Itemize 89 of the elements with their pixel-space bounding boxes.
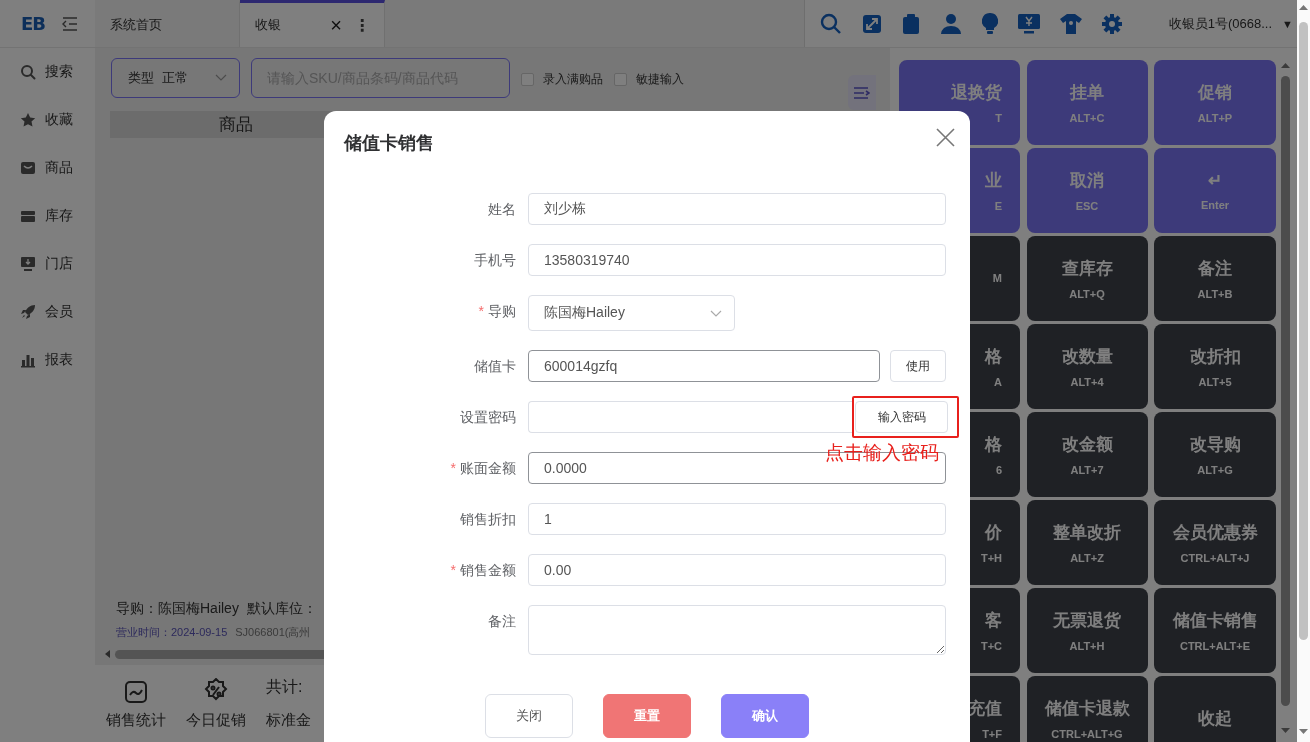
checkbox-label: 录入满购品 xyxy=(543,71,603,88)
shortcut-key[interactable]: 备注 ALT+B xyxy=(1154,236,1276,321)
sidebar-item[interactable]: 商品 xyxy=(45,159,73,177)
arrow-left-icon[interactable] xyxy=(105,650,110,658)
shortcut-key[interactable]: 改数量 ALT+4 xyxy=(1026,324,1148,409)
action-label[interactable]: 销售统计 xyxy=(106,711,166,730)
text-field[interactable]: 600014gzfq xyxy=(528,350,880,382)
chevron-down-icon xyxy=(215,74,227,82)
dialog-button[interactable]: 确认 xyxy=(721,694,809,738)
dialog-title: 储值卡销售 xyxy=(344,132,434,155)
clipboard-icon[interactable] xyxy=(902,13,920,34)
shortcut-key[interactable]: 储值卡销售 CTRL+ALT+E xyxy=(1154,588,1276,673)
text-field[interactable]: 刘少栋 xyxy=(528,193,946,225)
guide-text: 导购：陈国梅Hailey xyxy=(116,600,239,618)
line-chart-icon[interactable] xyxy=(124,680,148,704)
sidebar-item[interactable]: 门店 xyxy=(45,255,73,273)
field-label: 备注 xyxy=(488,613,516,629)
user-icon[interactable] xyxy=(940,13,962,34)
column-header: 商品 xyxy=(219,114,253,136)
amount-label: 标准金 xyxy=(266,711,311,730)
shortcut-key[interactable]: 会员优惠券 CTRL+ALT+J xyxy=(1154,500,1276,585)
close-icon[interactable] xyxy=(936,128,955,147)
monitor-icon xyxy=(20,256,36,272)
shortcut-key[interactable]: 改金额 ALT+7 xyxy=(1026,412,1148,497)
sidebar-item[interactable]: 库存 xyxy=(45,207,73,225)
shortcut-key[interactable]: 无票退货 ALT+H xyxy=(1026,588,1148,673)
field-label: 设置密码 xyxy=(460,409,516,425)
monitor-icon[interactable] xyxy=(1018,13,1040,34)
more-icon[interactable]: ⋮ xyxy=(354,15,370,35)
search-icon xyxy=(20,64,36,80)
star-icon xyxy=(20,112,36,128)
field-label: 手机号 xyxy=(474,252,516,268)
logo: EB xyxy=(21,13,45,34)
select-field[interactable]: 陈国梅Hailey xyxy=(528,295,735,331)
text-field[interactable]: 0.00 xyxy=(528,554,946,586)
field-label: 姓名 xyxy=(488,201,516,217)
shortcut-key[interactable]: 储值卡退款 CTRL+ALT+G xyxy=(1026,676,1148,742)
sidebar-item[interactable]: 会员 xyxy=(45,303,73,321)
field-label: 储值卡 xyxy=(474,358,516,374)
checkbox-label: 敏捷输入 xyxy=(636,71,684,88)
menu-fold-icon[interactable] xyxy=(62,16,78,31)
sidebar-item[interactable]: 收藏 xyxy=(45,111,73,129)
shortcut-key[interactable]: 查库存 ALT+Q xyxy=(1026,236,1148,321)
list-icon xyxy=(854,86,870,99)
rocket-icon xyxy=(20,304,36,320)
enter-password-button[interactable]: 输入密码 xyxy=(855,401,948,433)
chevron-down-icon xyxy=(710,309,722,317)
shortcut-key[interactable]: 收起 xyxy=(1154,676,1276,742)
type-select[interactable]: 类型 正常 xyxy=(111,58,240,98)
shortcut-key[interactable]: ↵ Enter xyxy=(1154,148,1276,233)
text-field[interactable]: 13580319740 xyxy=(528,244,946,276)
caret-icon[interactable]: ▼ xyxy=(1282,17,1293,30)
list-toggle-button[interactable] xyxy=(848,75,876,110)
field-label: * 导购 xyxy=(478,303,516,319)
sidebar-item[interactable]: 报表 xyxy=(45,351,73,369)
bar-chart-icon xyxy=(20,352,36,368)
field-label: 销售折扣 xyxy=(460,511,516,527)
business-date: 营业时间：2024-09-15 xyxy=(116,624,228,640)
sidebar-item[interactable]: 搜索 xyxy=(45,63,73,81)
shortcut-key[interactable]: 改折扣 ALT+5 xyxy=(1154,324,1276,409)
shirt-icon[interactable] xyxy=(1060,13,1082,34)
dialog-button[interactable]: 关闭 xyxy=(485,694,573,738)
field-label: * 账面金额 xyxy=(450,460,516,476)
tab[interactable]: 收银 × ⋮ xyxy=(240,0,385,47)
shortcut-key[interactable]: 整单改折 ALT+Z xyxy=(1026,500,1148,585)
tab[interactable]: 系统首页 xyxy=(95,0,240,47)
shortcut-key[interactable]: 促销 ALT+P xyxy=(1154,60,1276,145)
password-field[interactable] xyxy=(528,401,852,433)
checkbox[interactable] xyxy=(521,73,534,86)
dialog-button[interactable]: 重置 xyxy=(603,694,691,738)
settings-icon[interactable] xyxy=(1102,13,1122,34)
use-button[interactable]: 使用 xyxy=(890,350,946,382)
total-label: 共计: xyxy=(266,677,304,697)
checkbox[interactable] xyxy=(614,73,627,86)
field-label: * 销售金额 xyxy=(450,562,516,578)
box-icon xyxy=(20,160,36,176)
shortcut-key[interactable]: 改导购 ALT+G xyxy=(1154,412,1276,497)
shortcut-key[interactable]: 取消 ESC xyxy=(1026,148,1148,233)
user-name[interactable]: 收银员1号(0668... xyxy=(1168,14,1273,33)
text-field[interactable]: 1 xyxy=(528,503,946,535)
close-icon[interactable]: × xyxy=(330,13,342,37)
shortcut-key[interactable]: 挂单 ALT+C xyxy=(1026,60,1148,145)
remark-field[interactable] xyxy=(528,605,946,655)
action-label[interactable]: 今日促销 xyxy=(186,711,246,730)
search-icon[interactable] xyxy=(820,12,842,35)
tray-icon xyxy=(20,208,36,224)
location-text: 默认库位： xyxy=(246,600,317,618)
light-bulb-icon[interactable] xyxy=(982,12,998,35)
expand-icon[interactable] xyxy=(862,13,882,34)
